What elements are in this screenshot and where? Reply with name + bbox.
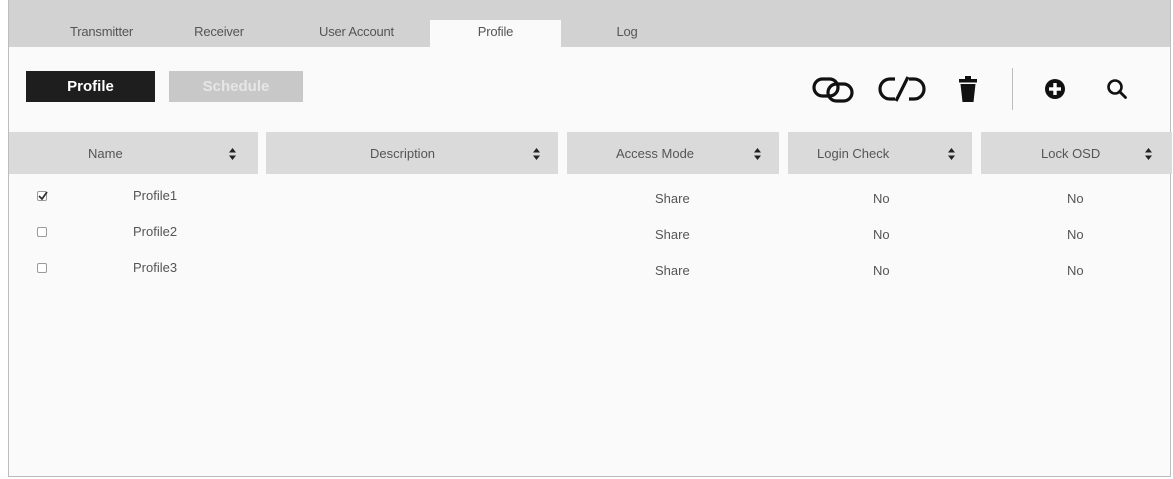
profile-panel: Transmitter Receiver User Account Profil… bbox=[8, 0, 1172, 477]
tab-label: Profile bbox=[477, 24, 514, 39]
row-checkbox[interactable] bbox=[37, 191, 48, 201]
cell-name: Profile2 bbox=[133, 224, 178, 239]
row-checkbox[interactable] bbox=[37, 227, 47, 237]
cell-lock-osd: No bbox=[1067, 191, 1084, 206]
tab-user-account[interactable]: User Account bbox=[299, 20, 414, 47]
tab-receiver[interactable]: Receiver bbox=[179, 20, 259, 47]
tab-transmitter[interactable]: Transmitter bbox=[49, 20, 154, 47]
tab-label: User Account bbox=[319, 24, 394, 39]
cell-lock-osd: No bbox=[1067, 263, 1084, 278]
cell-login-check: No bbox=[873, 227, 890, 242]
column-header-label: Name bbox=[88, 146, 123, 161]
cell-login-check: No bbox=[873, 263, 890, 278]
table-row[interactable]: Profile2 Share No No bbox=[9, 216, 1170, 252]
column-header-label: Access Mode bbox=[616, 146, 695, 161]
unlink-icon[interactable] bbox=[876, 72, 928, 106]
column-header-access-mode[interactable]: Access Mode bbox=[567, 132, 779, 174]
checkmark-icon bbox=[38, 191, 48, 201]
column-header-label: Description bbox=[370, 146, 436, 161]
column-header-lock-osd[interactable]: Lock OSD bbox=[981, 132, 1172, 174]
cell-access-mode: Share bbox=[655, 263, 690, 278]
sort-icon bbox=[533, 148, 540, 160]
column-header-label: Lock OSD bbox=[1041, 146, 1101, 161]
tab-profile[interactable]: Profile bbox=[430, 20, 561, 47]
column-header-login-check[interactable]: Login Check bbox=[788, 132, 972, 174]
toolbar-divider bbox=[1012, 68, 1013, 110]
column-header-description[interactable]: Description bbox=[266, 132, 558, 174]
cell-access-mode: Share bbox=[655, 191, 690, 206]
cell-login-check: No bbox=[873, 191, 890, 206]
cell-name: Profile3 bbox=[133, 260, 178, 275]
cell-access-mode: Share bbox=[655, 227, 690, 242]
profile-subtab-button[interactable]: Profile bbox=[26, 71, 155, 102]
tab-label: Log bbox=[616, 24, 638, 39]
tab-label: Transmitter bbox=[69, 24, 134, 39]
row-checkbox[interactable] bbox=[37, 263, 47, 273]
sort-icon bbox=[1145, 148, 1152, 160]
search-icon[interactable] bbox=[1104, 72, 1130, 106]
column-header-label: Login Check bbox=[817, 146, 890, 161]
sort-icon bbox=[754, 148, 761, 160]
table-row[interactable]: Profile3 Share No No bbox=[9, 252, 1170, 288]
column-header-name[interactable]: Name bbox=[9, 132, 258, 174]
tab-label: Receiver bbox=[194, 24, 244, 39]
schedule-subtab-button[interactable]: Schedule bbox=[169, 71, 303, 102]
sort-icon bbox=[948, 148, 955, 160]
add-icon[interactable] bbox=[1042, 72, 1068, 106]
cell-lock-osd: No bbox=[1067, 227, 1084, 242]
sort-icon bbox=[229, 148, 236, 160]
cell-name: Profile1 bbox=[133, 188, 178, 203]
table-row[interactable]: Profile1 Share No No bbox=[9, 180, 1170, 216]
delete-icon[interactable] bbox=[955, 72, 981, 106]
link-icon[interactable] bbox=[809, 72, 859, 106]
tab-log[interactable]: Log bbox=[597, 20, 657, 47]
tab-bar: Transmitter Receiver User Account Profil… bbox=[9, 0, 1170, 47]
